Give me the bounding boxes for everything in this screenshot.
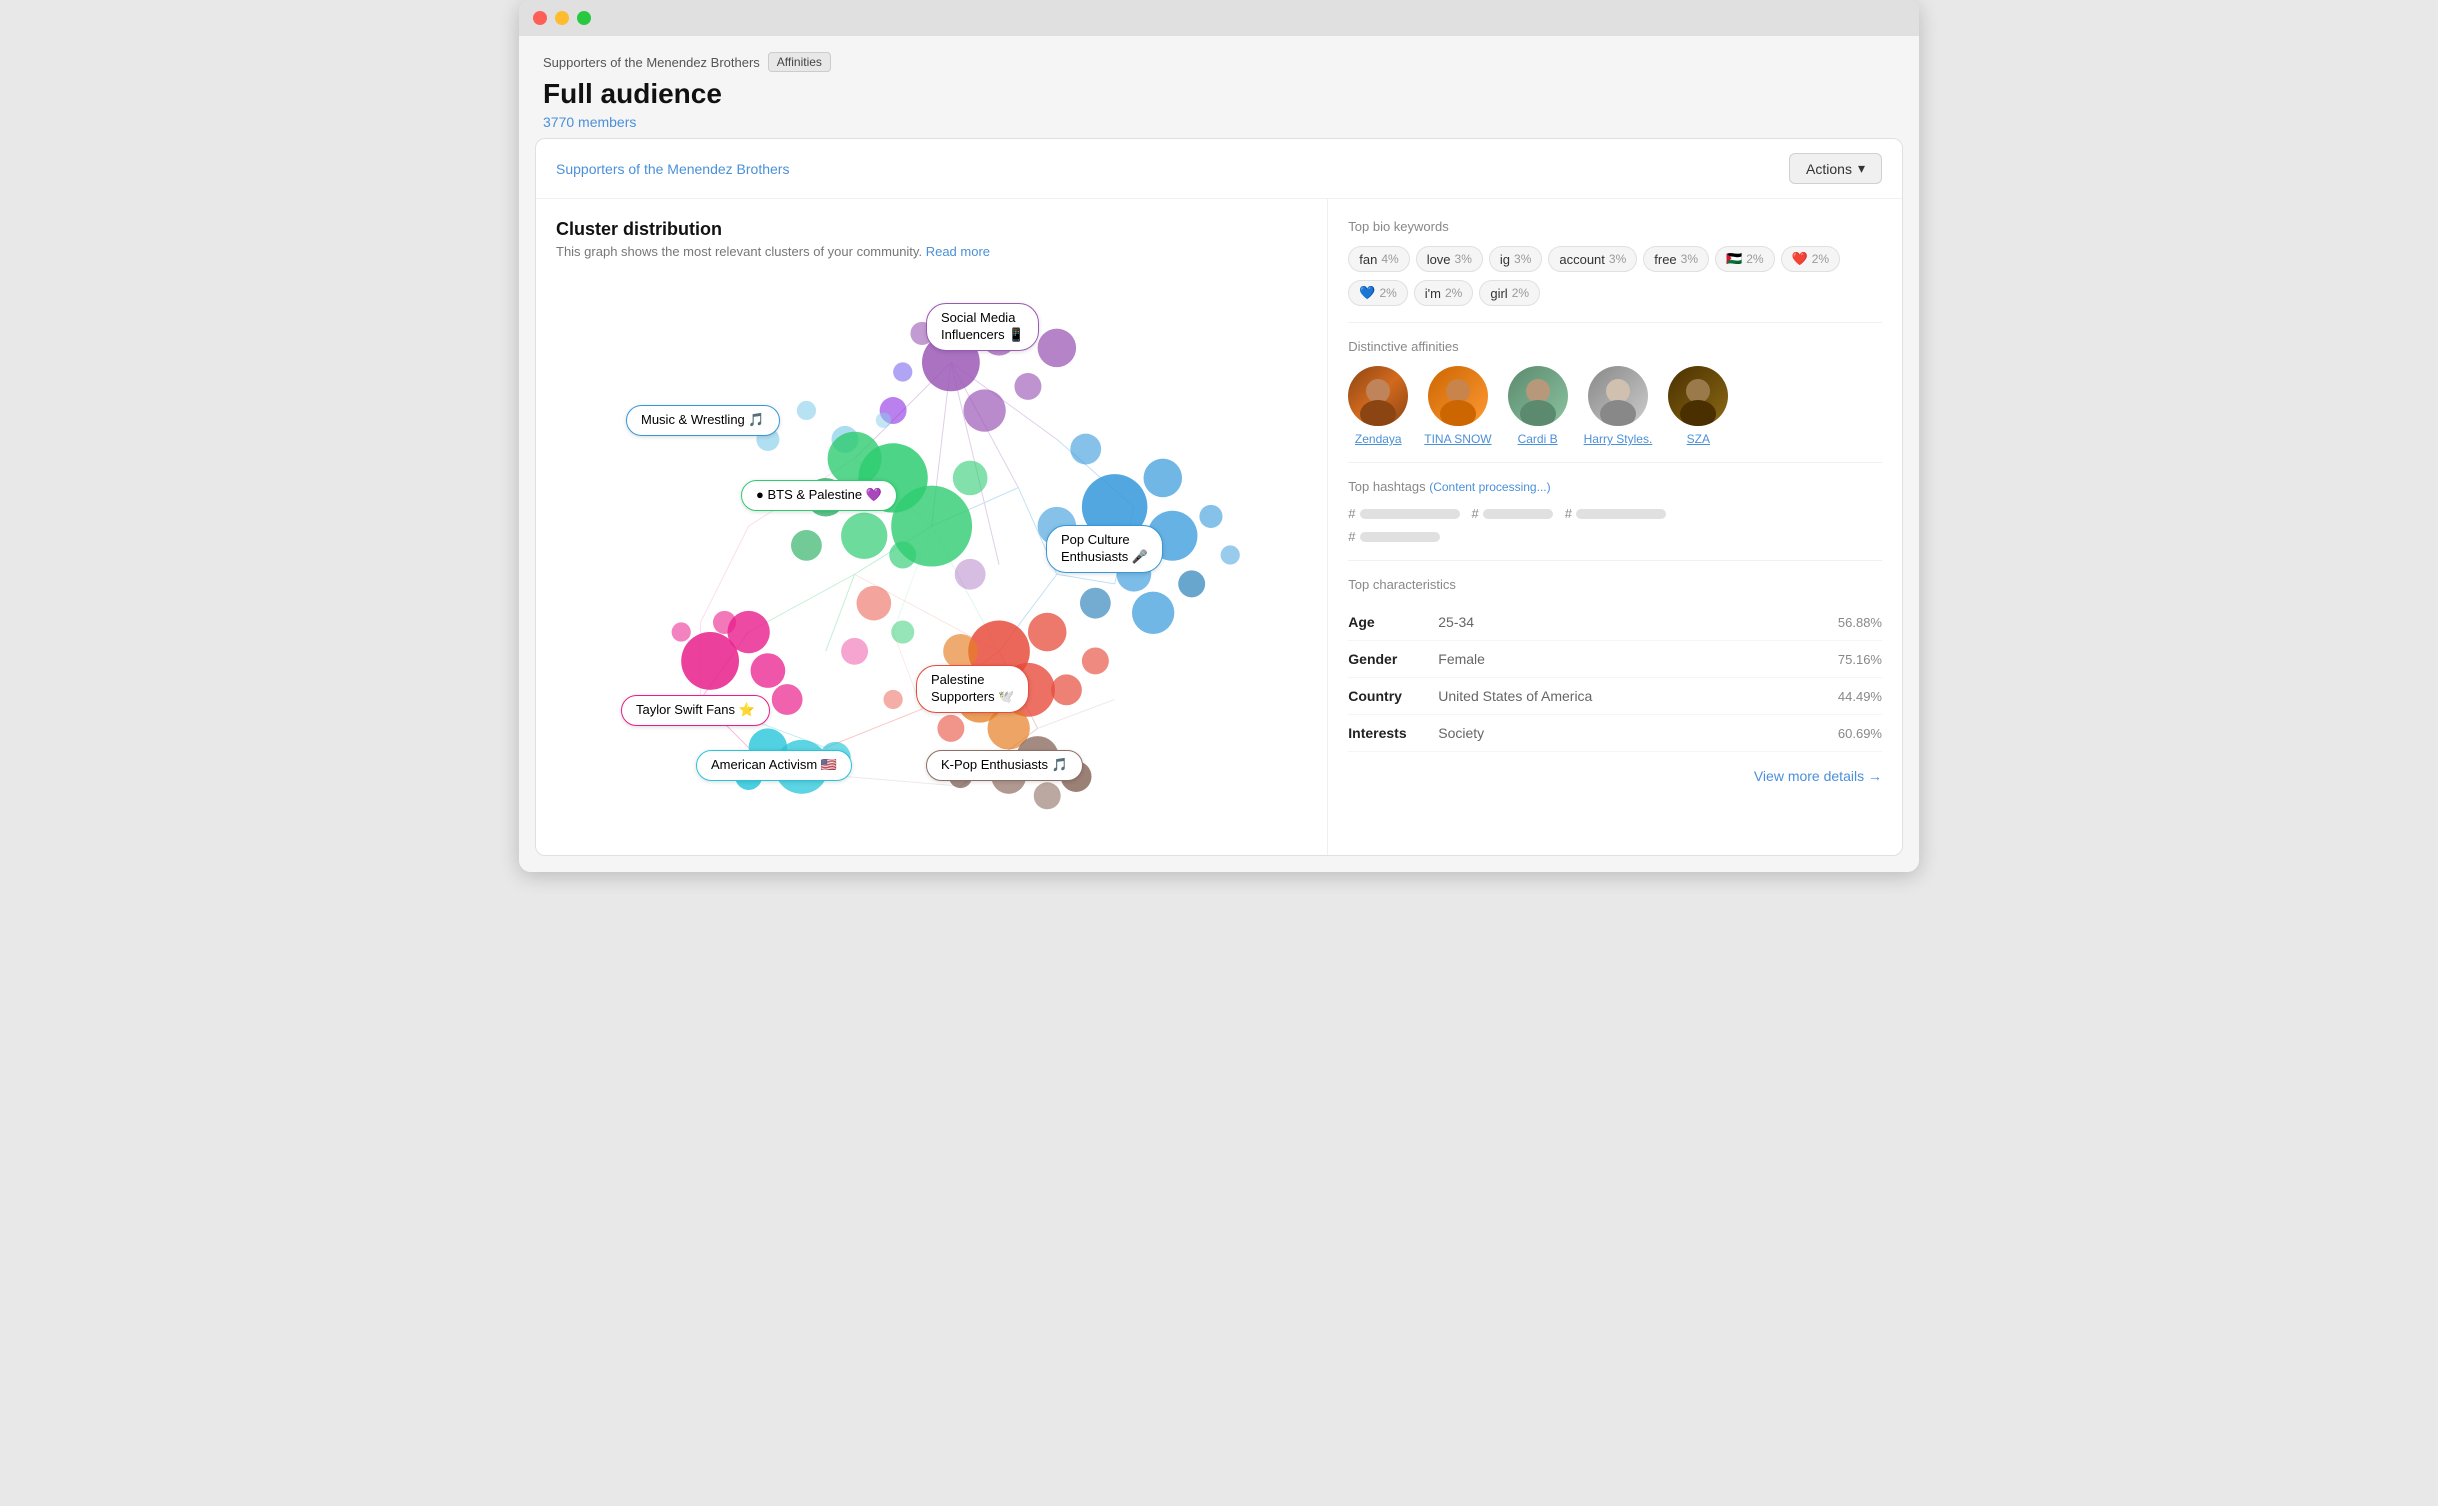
char-row-gender: Gender Female 75.16% — [1348, 641, 1882, 678]
bts-palestine-label[interactable]: ● BTS & Palestine 💜 — [741, 480, 897, 511]
char-pct-interests: 60.69% — [1838, 726, 1882, 741]
page-title: Full audience — [543, 78, 1895, 110]
avatar-tina — [1428, 366, 1488, 426]
hashtag-4: # — [1348, 529, 1439, 544]
hashtag-2: # — [1472, 506, 1553, 521]
affinities-title: Distinctive affinities — [1348, 339, 1882, 354]
read-more-link[interactable]: Read more — [926, 244, 990, 259]
keyword-girl: girl 2% — [1479, 280, 1540, 306]
char-row-country: Country United States of America 44.49% — [1348, 678, 1882, 715]
keywords-row-2: 💙 2% i'm 2% girl 2% — [1348, 280, 1882, 306]
affinity-sza[interactable]: SZA — [1668, 366, 1728, 446]
hashtag-1: # — [1348, 506, 1459, 521]
char-value-age: 25-34 — [1438, 614, 1838, 630]
hashtags-title: Top hashtags (Content processing...) — [1348, 479, 1882, 494]
left-panel: Cluster distribution This graph shows th… — [536, 199, 1328, 855]
affinity-name-zendaya: Zendaya — [1355, 432, 1402, 446]
avatar-harry — [1588, 366, 1648, 426]
hashtag-bar-3 — [1576, 509, 1666, 519]
actions-button[interactable]: Actions ▾ — [1789, 153, 1882, 184]
network-svg — [556, 275, 1307, 835]
hashtag-bar-1 — [1360, 509, 1460, 519]
divider-1 — [1348, 322, 1882, 323]
hashtag-row-2: # — [1348, 529, 1882, 544]
processing-indicator: (Content processing...) — [1429, 480, 1550, 494]
characteristics-title: Top characteristics — [1348, 577, 1882, 592]
char-pct-country: 44.49% — [1838, 689, 1882, 704]
card-body: Cluster distribution This graph shows th… — [536, 199, 1902, 855]
taylor-swift-label[interactable]: Taylor Swift Fans ⭐ — [621, 695, 770, 726]
affinity-name-cardi: Cardi B — [1518, 432, 1558, 446]
cluster-title: Cluster distribution — [556, 219, 1307, 240]
affinity-name-sza: SZA — [1687, 432, 1710, 446]
char-pct-age: 56.88% — [1838, 615, 1882, 630]
content-area: Supporters of the Menendez Brothers Acti… — [519, 138, 1919, 872]
members-count: 3770 members — [543, 114, 1895, 130]
char-label-age: Age — [1348, 614, 1438, 630]
keyword-fan: fan 4% — [1348, 246, 1409, 272]
affinity-name-tina: TINA SNOW — [1424, 432, 1491, 446]
keyword-account: account 3% — [1548, 246, 1637, 272]
keywords-row-1: fan 4% love 3% ig 3% account — [1348, 246, 1882, 272]
card-audience-link[interactable]: Supporters of the Menendez Brothers — [556, 161, 789, 177]
breadcrumb-link[interactable]: Supporters of the Menendez Brothers — [543, 55, 760, 70]
cluster-graph: Social MediaInfluencers 📱 Music & Wrestl… — [556, 275, 1307, 835]
affinities-row: Zendaya TINA SNOW Cardi B — [1348, 366, 1882, 446]
affinity-zendaya[interactable]: Zendaya — [1348, 366, 1408, 446]
hashtags-section: Top hashtags (Content processing...) # # — [1348, 479, 1882, 544]
titlebar — [519, 0, 1919, 36]
main-card: Supporters of the Menendez Brothers Acti… — [535, 138, 1903, 856]
chevron-down-icon: ▾ — [1858, 160, 1865, 177]
char-value-interests: Society — [1438, 725, 1838, 741]
breadcrumb: Supporters of the Menendez Brothers Affi… — [543, 52, 1895, 72]
char-label-interests: Interests — [1348, 725, 1438, 741]
hashtag-3: # — [1565, 506, 1666, 521]
hashtag-bar-2 — [1483, 509, 1553, 519]
keyword-flag: 🇵🇸 2% — [1715, 246, 1775, 272]
affinity-tina[interactable]: TINA SNOW — [1424, 366, 1491, 446]
keyword-ig: ig 3% — [1489, 246, 1542, 272]
kpop-label[interactable]: K-Pop Enthusiasts 🎵 — [926, 750, 1083, 781]
minimize-button[interactable] — [555, 11, 569, 25]
bio-keywords-title: Top bio keywords — [1348, 219, 1882, 234]
affinity-cardi[interactable]: Cardi B — [1508, 366, 1568, 446]
american-activism-label[interactable]: American Activism 🇺🇸 — [696, 750, 852, 781]
close-button[interactable] — [533, 11, 547, 25]
avatar-zendaya — [1348, 366, 1408, 426]
char-value-gender: Female — [1438, 651, 1838, 667]
view-more-link[interactable]: View more details → — [1754, 768, 1882, 784]
card-header: Supporters of the Menendez Brothers Acti… — [536, 139, 1902, 199]
actions-label: Actions — [1806, 161, 1852, 177]
affinity-harry[interactable]: Harry Styles. — [1584, 366, 1653, 446]
hashtag-bar-4 — [1360, 532, 1440, 542]
char-label-country: Country — [1348, 688, 1438, 704]
music-wrestling-label[interactable]: Music & Wrestling 🎵 — [626, 405, 780, 436]
char-row-age: Age 25-34 56.88% — [1348, 604, 1882, 641]
keyword-free: free 3% — [1643, 246, 1709, 272]
pop-culture-label[interactable]: Pop CultureEnthusiasts 🎤 — [1046, 525, 1163, 573]
keyword-love: love 3% — [1416, 246, 1483, 272]
avatar-cardi — [1508, 366, 1568, 426]
view-more: View more details → — [1348, 768, 1882, 786]
divider-2 — [1348, 462, 1882, 463]
avatar-sza — [1668, 366, 1728, 426]
keyword-heart: ❤️ 2% — [1781, 246, 1841, 272]
affinity-name-harry: Harry Styles. — [1584, 432, 1653, 446]
hashtag-row-1: # # # — [1348, 506, 1882, 521]
breadcrumb-badge: Affinities — [768, 52, 831, 72]
characteristics-section: Top characteristics Age 25-34 56.88% Gen… — [1348, 577, 1882, 752]
page-header: Supporters of the Menendez Brothers Affi… — [519, 36, 1919, 138]
char-label-gender: Gender — [1348, 651, 1438, 667]
cluster-subtitle: This graph shows the most relevant clust… — [556, 244, 1307, 259]
divider-3 — [1348, 560, 1882, 561]
social-media-label[interactable]: Social MediaInfluencers 📱 — [926, 303, 1039, 351]
char-value-country: United States of America — [1438, 688, 1838, 704]
char-row-interests: Interests Society 60.69% — [1348, 715, 1882, 752]
keyword-im: i'm 2% — [1414, 280, 1474, 306]
keyword-blue-heart: 💙 2% — [1348, 280, 1408, 306]
char-pct-gender: 75.16% — [1838, 652, 1882, 667]
maximize-button[interactable] — [577, 11, 591, 25]
right-panel: Top bio keywords fan 4% love 3% ig 3% — [1328, 199, 1902, 855]
palestine-supporters-label[interactable]: PalestineSupporters 🕊️ — [916, 665, 1029, 713]
